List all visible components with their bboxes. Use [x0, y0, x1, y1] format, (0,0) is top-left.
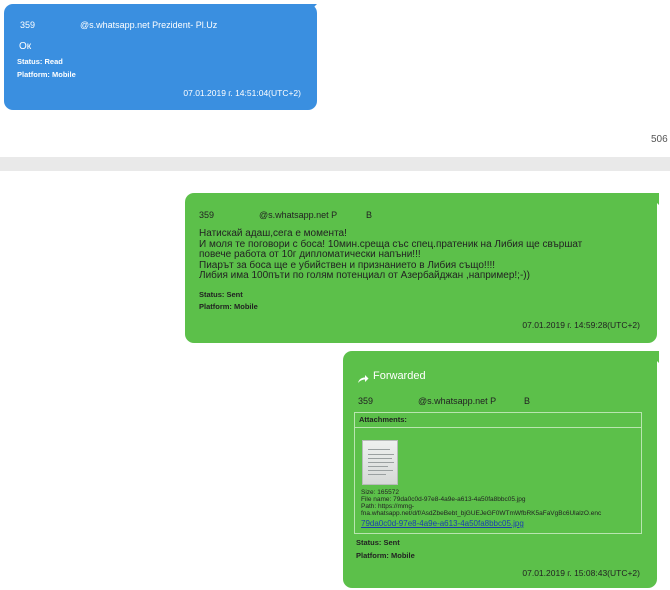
page-break — [0, 157, 670, 171]
message-platform: Platform: Mobile — [17, 70, 76, 79]
message-platform: Platform: Mobile — [356, 551, 415, 560]
sender-jid: @s.whatsapp.net Prezident- Pl.Uz — [80, 20, 218, 30]
page-number: 506 — [651, 134, 668, 145]
message-platform: Platform: Mobile — [199, 302, 258, 311]
message-status: Status: Sent — [199, 290, 243, 299]
sender-name-suffix: B — [524, 396, 531, 406]
message-timestamp: 07.01.2019 г. 14:59:28(UTC+2) — [522, 320, 640, 330]
message-timestamp: 07.01.2019 г. 14:51:04(UTC+2) — [183, 88, 301, 98]
sender-jid: @s.whatsapp.net P — [259, 210, 338, 220]
image-thumbnail[interactable] — [362, 440, 398, 485]
bubble-tail — [647, 193, 659, 205]
attachments-header: Attachments: — [354, 412, 642, 428]
bubble-tail — [307, 4, 317, 14]
attachment-link[interactable]: 79da0c0d-97e8-4a9e-a613-4a50fa8bbc05.jpg — [361, 519, 524, 528]
message-status: Status: Read — [17, 57, 63, 66]
forwarded-label: Forwarded — [373, 370, 426, 382]
sender-name-suffix: B — [366, 210, 373, 220]
message-timestamp: 07.01.2019 г. 15:08:43(UTC+2) — [522, 568, 640, 578]
sender-jid: @s.whatsapp.net P — [418, 396, 497, 406]
attachment-size: Size: 165572 — [361, 489, 399, 496]
attachment-file-name: File name: 79da0c0d-97e8-4a9e-a613-4a50f… — [361, 496, 526, 503]
bubble-tail — [647, 351, 659, 363]
forward-arrow-icon — [357, 371, 369, 383]
message-text: Натискай адаш,сега е момента! И моля те … — [199, 228, 583, 282]
attachment-path-value: fna.whatsapp.net/d/f/AsdZbeBebt_bjGUEJeG… — [361, 510, 602, 517]
attachments-label: Attachments: — [359, 415, 407, 424]
sender-number: 359 — [199, 210, 215, 220]
message-status: Status: Sent — [356, 538, 400, 547]
sender-number: 359 — [20, 20, 36, 30]
message-text: Ок — [19, 41, 32, 52]
sender-number: 359 — [358, 396, 374, 406]
attachment-path-label: Path: https://mmg- — [361, 503, 415, 510]
